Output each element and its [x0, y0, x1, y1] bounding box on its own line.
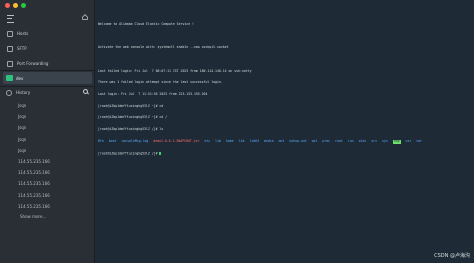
ls-entry: sys: [382, 138, 388, 143]
ls-output: Bfe boot consoleMsg.log demo1-0.0.1-SNAPSHO…: [98, 138, 470, 144]
tab-label: dev: [16, 75, 24, 81]
ls-entry: opt: [311, 138, 318, 143]
sidebar-item-label: SFTP: [17, 46, 27, 51]
show-more-link[interactable]: Show more...: [20, 214, 46, 219]
terminal-line: Welcome to Alibaba Cloud Elastic Compute…: [98, 21, 194, 26]
terminal-cursor: [159, 151, 162, 155]
watermark: CSDN @卢海沟: [434, 253, 470, 259]
history-item[interactable]: Jsqn: [0, 122, 95, 133]
ls-entry: boot: [108, 138, 117, 143]
divider: [0, 70, 95, 71]
history-item[interactable]: 114.55.235.166: [0, 190, 95, 201]
terminal-prompt: [root@iZbp1dmfftuzinghg53lZ /]#: [98, 151, 160, 156]
history-item[interactable]: 114.55.235.166: [0, 167, 95, 178]
minimize-window-button[interactable]: [13, 3, 18, 8]
history-label: History: [16, 90, 31, 95]
terminal-pane[interactable]: Welcome to Alibaba Cloud Elastic Compute…: [82, 0, 474, 263]
ls-entry: sbin: [358, 138, 367, 143]
port-forwarding-icon: [7, 60, 13, 67]
ls-entry: nohup.out: [289, 138, 307, 143]
terminal-tab-icon: [6, 75, 13, 81]
history-item[interactable]: 114.55.235.166: [0, 201, 95, 212]
terminal-line: Activate the web console with: systemctl…: [98, 45, 229, 50]
ls-entry: lib64: [249, 138, 259, 143]
close-window-button[interactable]: [5, 3, 10, 8]
terminal-output: Welcome to Alibaba Cloud Elastic Compute…: [98, 15, 470, 163]
home-icon: [82, 14, 88, 20]
history-icon: [6, 89, 12, 96]
sidebar-item-label: Hosts: [17, 31, 29, 36]
history-list: Jsqn Jsqn Jsqn Jsqn Jsqn 114.55.235.166 …: [0, 100, 95, 212]
history-header[interactable]: History: [0, 87, 95, 98]
history-item[interactable]: 114.55.235.166: [0, 156, 95, 167]
ls-entry: tmp: [392, 138, 401, 144]
terminal-line: [root@iZbp1dmfftuzinghg53lZ ~]# cd: [98, 103, 164, 108]
ls-entry: var: [416, 138, 423, 143]
sftp-icon: [7, 45, 13, 52]
terminal-line: There was 1 failed login attempt since t…: [98, 80, 223, 85]
ls-entry: root: [335, 138, 343, 143]
ls-entry: home: [225, 138, 234, 143]
app-window: Hosts SFTP Port Forwarding dev History J…: [0, 0, 474, 263]
window-controls: [5, 3, 26, 8]
ls-entry: etc: [204, 138, 211, 143]
terminal-line: [root@iZbp1dmfftuzinghg53lZ ~]# cd /: [98, 115, 168, 120]
sidebar-item-port-forwarding[interactable]: Port Forwarding: [0, 56, 95, 71]
ls-entry: srv: [371, 138, 377, 143]
tab-dev[interactable]: dev: [3, 72, 92, 84]
history-item[interactable]: Jsqn: [0, 111, 95, 122]
sidebar-item-sftp[interactable]: SFTP: [0, 41, 95, 56]
ls-entry: demo1-0.0.1-SNAPSHOT.jar: [153, 138, 200, 143]
sidebar-item-hosts[interactable]: Hosts: [0, 26, 95, 41]
sidebar-toggle-icon[interactable]: [7, 15, 14, 23]
sidebar: Hosts SFTP Port Forwarding dev History J…: [0, 0, 95, 263]
ls-entry: consoleMsg.log: [121, 138, 149, 143]
sidebar-nav: Hosts SFTP Port Forwarding: [0, 26, 95, 71]
search-icon[interactable]: [83, 89, 88, 94]
ls-entry: lib: [238, 138, 245, 143]
history-item[interactable]: Jsqn: [0, 134, 95, 145]
terminal-prompt-line[interactable]: [root@iZbp1dmfftuzinghg53lZ /]#: [98, 151, 470, 156]
terminal-line: Last failed login: Fri Jul 7 08:07:11 CS…: [98, 68, 252, 73]
history-item[interactable]: 114.55.235.166: [0, 178, 95, 189]
sidebar-item-label: Port Forwarding: [17, 61, 49, 66]
history-item[interactable]: Jsqn: [0, 145, 95, 156]
ls-entry: Bfe: [98, 138, 104, 143]
ls-entry: media: [263, 138, 274, 143]
ls-entry: lib: [215, 138, 221, 143]
ls-entry: mnt: [278, 138, 285, 143]
ls-entry: run: [347, 138, 354, 143]
hosts-icon: [7, 30, 13, 37]
ls-entry: usr: [405, 138, 412, 143]
zoom-window-button[interactable]: [21, 3, 26, 8]
history-item[interactable]: Jsqn: [0, 100, 95, 111]
ls-entry: proc: [322, 138, 331, 143]
terminal-line: [root@iZbp1dmfftuzinghg53lZ /]# ls: [98, 127, 164, 132]
terminal-line: Last login: Fri Jul 7 11:51:56 2023 from…: [98, 92, 208, 97]
